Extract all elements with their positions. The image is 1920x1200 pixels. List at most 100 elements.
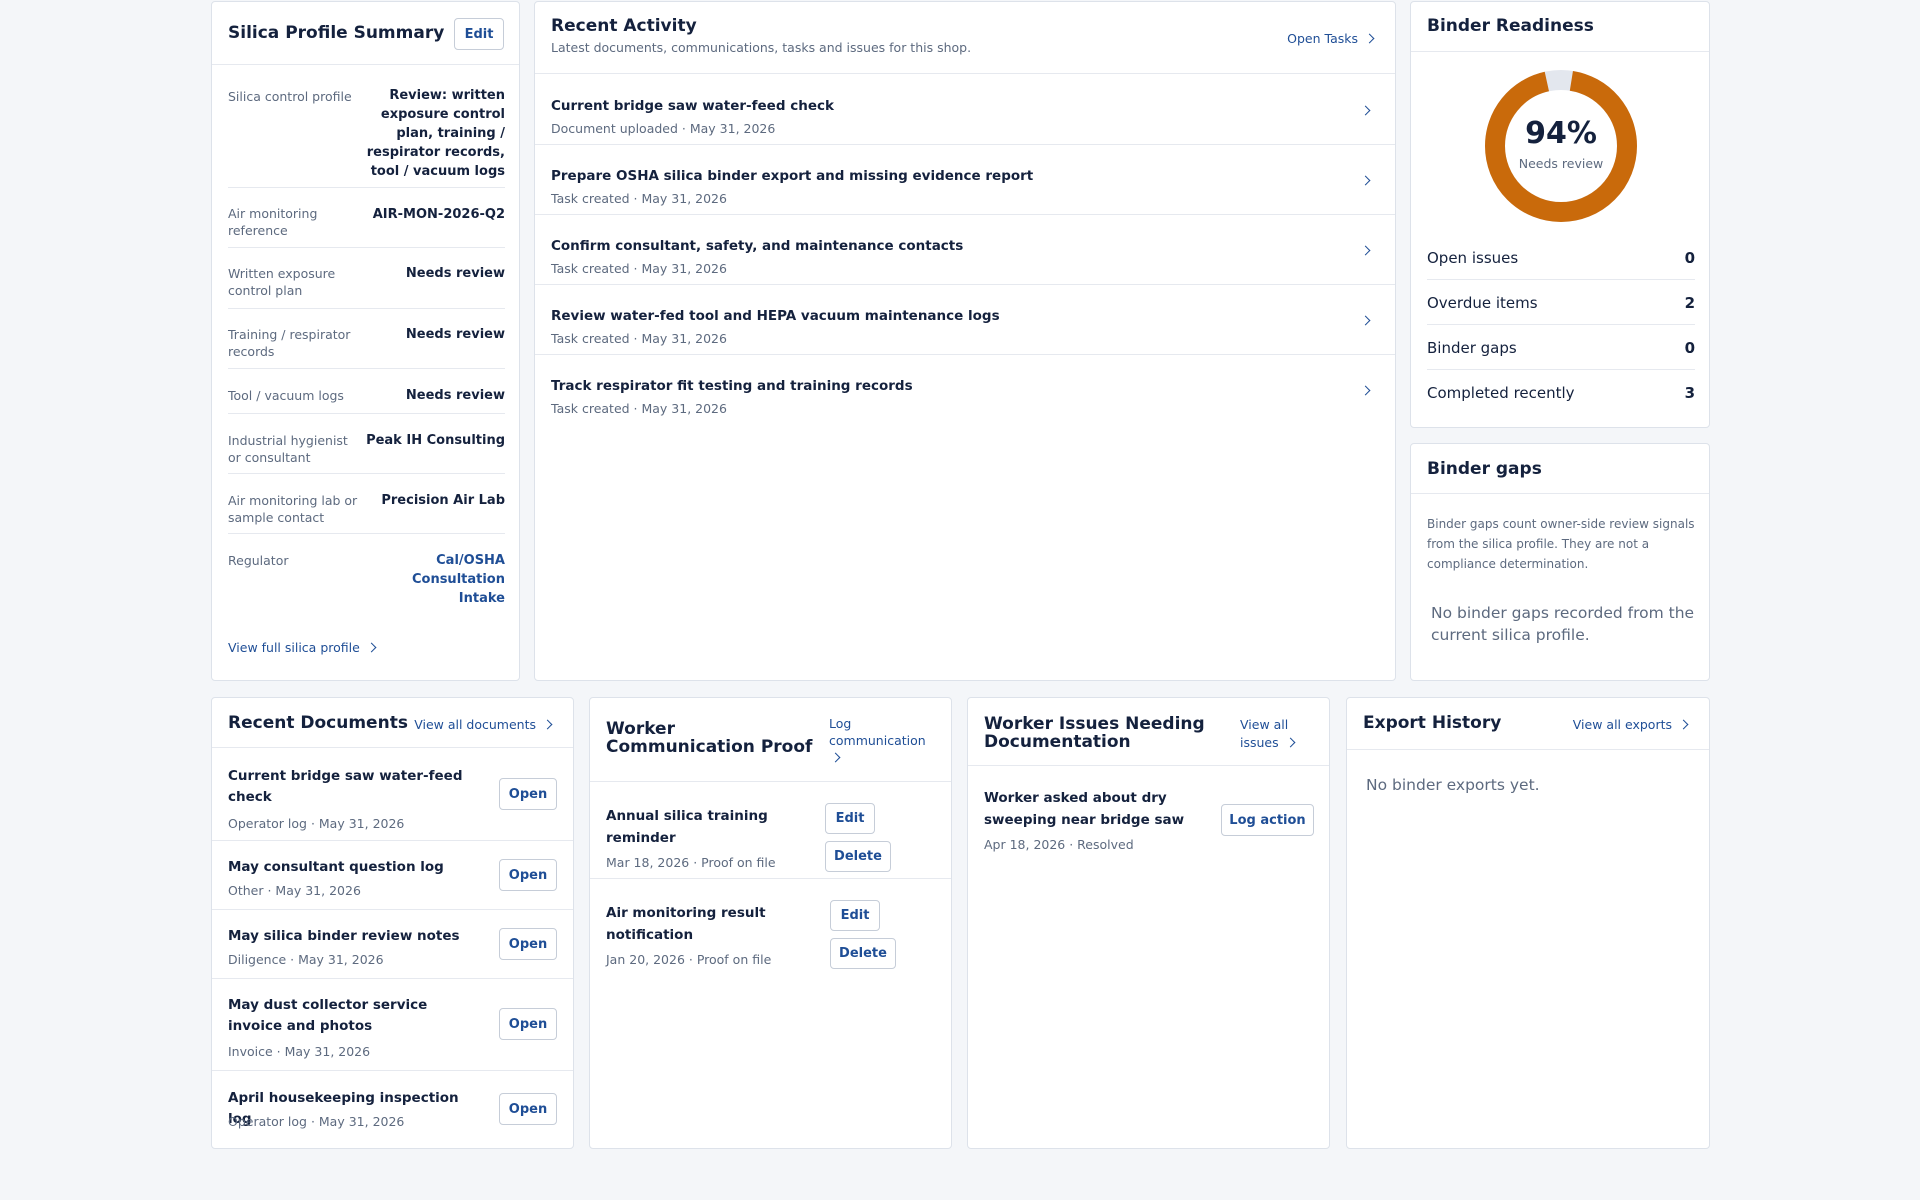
activity-item-title: Track respirator fit testing and trainin… bbox=[551, 378, 913, 394]
stat-value: 3 bbox=[1684, 384, 1695, 402]
document-title: Current bridge saw water-feed check bbox=[228, 768, 463, 805]
worker-issues-header: Worker Issues Needing Documentation View… bbox=[968, 698, 1329, 766]
profile-row-label: Training / respirator records bbox=[228, 327, 351, 359]
edit-silica-profile-button[interactable]: Edit bbox=[454, 18, 504, 50]
profile-row-control-profile: Silica control profile Review: written e… bbox=[228, 70, 505, 188]
readiness-stat-row: Binder gaps 0 bbox=[1427, 325, 1695, 370]
open-document-button[interactable]: Open bbox=[499, 1008, 557, 1040]
binder-readiness-title: Binder Readiness bbox=[1427, 16, 1594, 36]
chevron-right-icon bbox=[1360, 315, 1371, 326]
export-history-title: Export History bbox=[1363, 713, 1502, 733]
stat-label: Completed recently bbox=[1427, 384, 1575, 402]
document-meta: Operator log · May 31, 2026 bbox=[228, 1114, 405, 1129]
regulator-link[interactable]: Cal/OSHA Consultation Intake bbox=[395, 551, 505, 608]
view-all-issues-link[interactable]: View all issues bbox=[1240, 716, 1320, 752]
binder-gaps-header: Binder gaps bbox=[1411, 444, 1709, 494]
profile-row-value: Needs review bbox=[405, 388, 505, 403]
chevron-right-icon bbox=[542, 719, 553, 730]
activity-item-title: Review water-fed tool and HEPA vacuum ma… bbox=[551, 308, 1000, 324]
worker-issues-title: Worker Issues Needing Documentation bbox=[984, 714, 1205, 752]
profile-row-label: Air monitoring lab or sample contact bbox=[228, 493, 358, 525]
profile-row-value: Peak IH Consulting bbox=[366, 433, 505, 448]
activity-item[interactable]: Prepare OSHA silica binder export and mi… bbox=[535, 145, 1395, 215]
chevron-right-icon bbox=[1678, 719, 1689, 730]
profile-row-tool-logs: Tool / vacuum logs Needs review bbox=[228, 369, 505, 414]
communication-row: Annual silica training reminder Mar 18, … bbox=[590, 783, 951, 879]
log-action-button[interactable]: Log action bbox=[1221, 804, 1314, 836]
open-document-button[interactable]: Open bbox=[499, 778, 557, 810]
binder-gaps-title: Binder gaps bbox=[1427, 459, 1542, 479]
document-meta: Invoice · May 31, 2026 bbox=[228, 1044, 371, 1059]
edit-communication-button[interactable]: Edit bbox=[825, 803, 875, 834]
silica-profile-header: Silica Profile Summary Edit bbox=[212, 2, 519, 65]
stat-value: 2 bbox=[1684, 294, 1695, 312]
activity-item[interactable]: Current bridge saw water-feed check Docu… bbox=[535, 75, 1395, 145]
open-document-button[interactable]: Open bbox=[499, 928, 557, 960]
export-history-card: Export History View all exports No binde… bbox=[1346, 697, 1710, 1149]
edit-communication-button[interactable]: Edit bbox=[830, 900, 880, 931]
recent-activity-header: Recent Activity Latest documents, commun… bbox=[535, 2, 1395, 74]
recent-documents-title: Recent Documents bbox=[228, 713, 408, 733]
document-row: May consultant question log Other · May … bbox=[212, 841, 573, 910]
chevron-right-icon bbox=[366, 642, 377, 653]
view-all-issues-label: View all issues bbox=[1240, 717, 1289, 750]
binder-readiness-header: Binder Readiness bbox=[1411, 2, 1709, 52]
document-title: May dust collector service invoice and p… bbox=[228, 997, 428, 1034]
view-full-silica-profile-label: View full silica profile bbox=[228, 640, 360, 655]
profile-row-hygienist: Industrial hygienist or consultant Peak … bbox=[228, 414, 505, 474]
log-communication-label: Log communication bbox=[829, 716, 926, 748]
activity-item[interactable]: Track respirator fit testing and trainin… bbox=[535, 355, 1395, 425]
activity-item-title: Confirm consultant, safety, and maintena… bbox=[551, 238, 964, 254]
document-row: May dust collector service invoice and p… bbox=[212, 979, 573, 1071]
worker-communication-title: Worker Communication Proof bbox=[606, 719, 813, 757]
delete-communication-button[interactable]: Delete bbox=[825, 841, 891, 872]
view-all-documents-link[interactable]: View all documents bbox=[414, 717, 553, 732]
export-history-header: Export History View all exports bbox=[1347, 698, 1709, 750]
recent-activity-subtitle: Latest documents, communications, tasks … bbox=[551, 40, 972, 55]
profile-row-label: Silica control profile bbox=[228, 89, 352, 104]
recent-activity-card: Recent Activity Latest documents, commun… bbox=[534, 1, 1396, 681]
chevron-right-icon bbox=[1360, 175, 1371, 186]
open-document-button[interactable]: Open bbox=[499, 859, 557, 891]
document-title: May silica binder review notes bbox=[228, 928, 460, 944]
open-document-button[interactable]: Open bbox=[499, 1093, 557, 1125]
communication-title: Air monitoring result notification bbox=[606, 905, 766, 943]
chevron-right-icon bbox=[1360, 245, 1371, 256]
communication-meta: Jan 20, 2026 · Proof on file bbox=[606, 952, 772, 967]
view-all-exports-link[interactable]: View all exports bbox=[1573, 717, 1689, 732]
chevron-right-icon bbox=[1360, 385, 1371, 396]
worker-communication-card: Worker Communication Proof Log communica… bbox=[589, 697, 952, 1149]
profile-row-label: Air monitoring reference bbox=[228, 206, 318, 238]
binder-gaps-description: Binder gaps count owner-side review sign… bbox=[1427, 517, 1695, 571]
readiness-stat-row: Overdue items 2 bbox=[1427, 280, 1695, 325]
issue-title: Worker asked about dry sweeping near bri… bbox=[984, 790, 1185, 828]
document-title: May consultant question log bbox=[228, 859, 444, 875]
profile-row-air-monitoring: Air monitoring reference AIR-MON-2026-Q2 bbox=[228, 188, 505, 248]
recent-documents-card: Recent Documents View all documents Curr… bbox=[211, 697, 574, 1149]
profile-row-label: Industrial hygienist or consultant bbox=[228, 433, 348, 465]
activity-item[interactable]: Review water-fed tool and HEPA vacuum ma… bbox=[535, 285, 1395, 355]
stat-value: 0 bbox=[1684, 339, 1695, 357]
open-tasks-link[interactable]: Open Tasks bbox=[1287, 31, 1375, 46]
profile-row-value: Precision Air Lab bbox=[381, 493, 505, 508]
readiness-status: Needs review bbox=[1518, 156, 1604, 171]
binder-readiness-card: Binder Readiness 94% Needs review Open i… bbox=[1410, 1, 1710, 428]
profile-row-training-records: Training / respirator records Needs revi… bbox=[228, 309, 505, 369]
profile-row-label: Tool / vacuum logs bbox=[228, 388, 344, 403]
stat-label: Open issues bbox=[1427, 249, 1519, 267]
activity-item-title: Current bridge saw water-feed check bbox=[551, 98, 834, 114]
binder-gaps-empty-state: No binder gaps recorded from the current… bbox=[1431, 604, 1695, 644]
delete-communication-button[interactable]: Delete bbox=[830, 938, 896, 969]
communication-row: Air monitoring result notification Jan 2… bbox=[590, 880, 951, 976]
log-communication-link[interactable]: Log communication bbox=[829, 715, 939, 766]
document-meta: Other · May 31, 2026 bbox=[228, 883, 361, 898]
profile-row-value: AIR-MON-2026-Q2 bbox=[372, 207, 505, 222]
view-all-documents-label: View all documents bbox=[414, 717, 536, 732]
profile-row-value: Needs review bbox=[405, 266, 505, 281]
document-row: Current bridge saw water-feed check Oper… bbox=[212, 749, 573, 841]
activity-item[interactable]: Confirm consultant, safety, and maintena… bbox=[535, 215, 1395, 285]
recent-documents-header: Recent Documents View all documents bbox=[212, 698, 573, 748]
stat-label: Overdue items bbox=[1427, 294, 1538, 312]
worker-issues-card: Worker Issues Needing Documentation View… bbox=[967, 697, 1330, 1149]
view-full-silica-profile-link[interactable]: View full silica profile bbox=[228, 640, 377, 655]
